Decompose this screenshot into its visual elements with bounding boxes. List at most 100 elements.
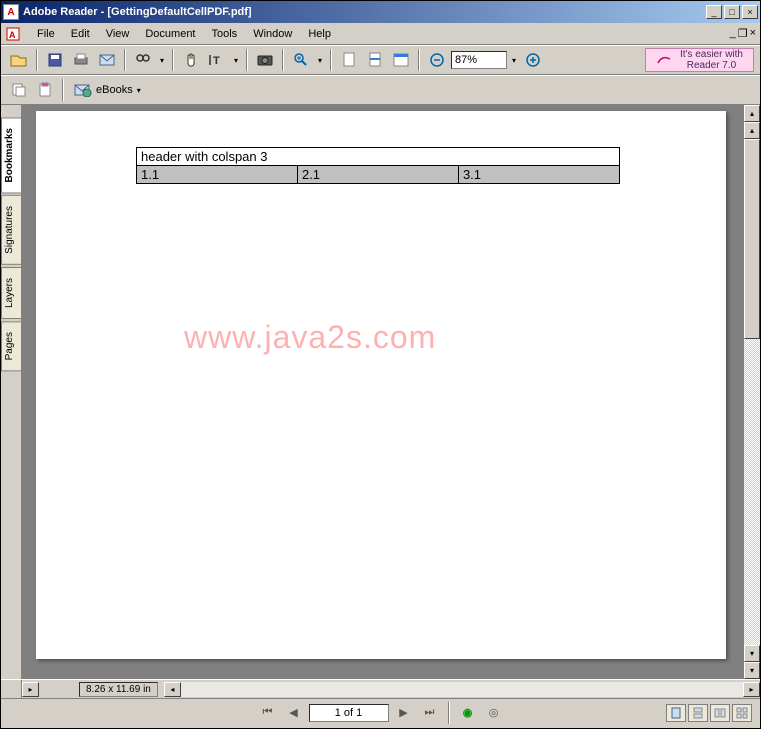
copy-button[interactable] (7, 78, 31, 102)
menu-edit[interactable]: Edit (63, 26, 98, 42)
separator (62, 79, 64, 101)
tab-pages[interactable]: Pages (1, 321, 21, 371)
menu-document[interactable]: Document (137, 26, 203, 42)
titlebar: A Adobe Reader - [GettingDefaultCellPDF.… (1, 1, 760, 23)
separator (172, 49, 174, 71)
separator (246, 49, 248, 71)
close-button[interactable]: × (742, 5, 758, 19)
side-panel-tabs: Bookmarks Signatures Layers Pages (1, 105, 22, 679)
promo-line2: Reader 7.0 (680, 60, 743, 71)
prev-page-button[interactable]: ◀ (283, 703, 305, 723)
separator (418, 49, 420, 71)
menu-file[interactable]: File (29, 26, 63, 42)
search-dropdown[interactable]: ▾ (157, 56, 167, 65)
minimize-button[interactable]: _ (706, 5, 722, 19)
menu-tools[interactable]: Tools (204, 26, 246, 42)
single-page-view-button[interactable] (666, 704, 686, 722)
promo-text: It's easier with Reader 7.0 (680, 49, 743, 71)
page-number-input[interactable] (309, 704, 389, 722)
svg-text:A: A (9, 30, 16, 40)
continuous-facing-view-button[interactable] (732, 704, 752, 722)
select-dropdown[interactable]: ▾ (231, 56, 241, 65)
forward-button[interactable]: ◎ (483, 703, 505, 723)
horizontal-scrollbar[interactable]: ◂ ▸ (164, 682, 760, 697)
hscroll-track[interactable] (181, 682, 743, 697)
print-button[interactable] (69, 48, 93, 72)
vertical-scrollbar[interactable]: ▴ ▴ ▾ ▾ (743, 105, 760, 679)
save-button[interactable] (43, 48, 67, 72)
hand-tool-button[interactable] (179, 48, 203, 72)
separator (330, 49, 332, 71)
table-header-cell: header with colspan 3 (137, 148, 620, 166)
mdi-minimize-button[interactable]: _ (730, 27, 736, 40)
app-name: Adobe Reader (23, 6, 98, 18)
snapshot-button[interactable] (253, 48, 277, 72)
scroll-right-button[interactable]: ▸ (743, 682, 760, 697)
menu-help[interactable]: Help (300, 26, 339, 42)
pdf-table: header with colspan 3 1.1 2.1 3.1 (136, 147, 620, 184)
ebooks-label: eBooks (96, 84, 133, 96)
continuous-view-button[interactable] (688, 704, 708, 722)
table-cell: 3.1 (458, 166, 619, 184)
separator (282, 49, 284, 71)
zoom-in2-button[interactable] (521, 48, 545, 72)
toolbar-main: ▾ T ▾ ▾ ▾ It's easier with Reader 7.0 (1, 45, 760, 75)
document-area: header with colspan 3 1.1 2.1 3.1 www.ja… (22, 105, 760, 679)
scroll-up-button2[interactable]: ▴ (744, 122, 760, 139)
svg-text:T: T (213, 55, 220, 67)
text-select-button[interactable]: T (205, 48, 229, 72)
window-title: Adobe Reader - [GettingDefaultCellPDF.pd… (23, 6, 706, 18)
ebooks-icon (74, 83, 92, 97)
last-page-button[interactable]: ⏭ (419, 703, 441, 723)
zoom-input[interactable] (451, 51, 507, 69)
ebooks-dropdown[interactable]: eBooks ▾ (69, 81, 146, 99)
menubar: A File Edit View Document Tools Window H… (1, 23, 760, 45)
fit-width-button[interactable] (389, 48, 413, 72)
back-button[interactable]: ◉ (457, 703, 479, 723)
window-buttons: _ □ × (706, 5, 758, 19)
zoom-preset-dropdown[interactable]: ▾ (509, 56, 519, 65)
pdf-icon: A (5, 26, 21, 42)
tab-signatures[interactable]: Signatures (1, 195, 21, 265)
zoom-in-button[interactable] (289, 48, 313, 72)
zoom-out-button[interactable] (425, 48, 449, 72)
first-page-button[interactable]: ⏮ (257, 703, 279, 723)
email-button[interactable] (95, 48, 119, 72)
document-viewport[interactable]: header with colspan 3 1.1 2.1 3.1 www.ja… (22, 105, 743, 679)
open-button[interactable] (7, 48, 31, 72)
promo-banner[interactable]: It's easier with Reader 7.0 (645, 48, 754, 72)
status-bar: ▸ 8.26 x 11.69 in ◂ ▸ (1, 679, 760, 698)
blank-page-button[interactable] (337, 48, 361, 72)
facing-view-button[interactable] (710, 704, 730, 722)
tab-layers[interactable]: Layers (1, 267, 21, 319)
app-icon: A (3, 4, 19, 20)
table-cell: 1.1 (137, 166, 298, 184)
navigation-bar: ⏮ ◀ ▶ ⏭ ◉ ◎ (1, 698, 760, 726)
promo-line1: It's easier with (680, 49, 743, 60)
status-spacer (1, 680, 22, 698)
main-area: Bookmarks Signatures Layers Pages header… (1, 105, 760, 679)
scroll-down-button2[interactable]: ▾ (744, 662, 760, 679)
tab-bookmarks[interactable]: Bookmarks (1, 117, 21, 193)
mdi-restore-button[interactable]: ❐ (738, 27, 748, 40)
pdf-page: header with colspan 3 1.1 2.1 3.1 www.ja… (36, 111, 726, 659)
fit-page-button[interactable] (363, 48, 387, 72)
search-button[interactable] (131, 48, 155, 72)
scroll-track[interactable] (744, 339, 760, 645)
menu-view[interactable]: View (98, 26, 138, 42)
clipboard-button[interactable] (33, 78, 57, 102)
separator (448, 702, 450, 724)
scroll-left-button[interactable]: ◂ (164, 682, 181, 697)
collapse-button[interactable]: ▸ (22, 682, 39, 697)
mdi-close-button[interactable]: × (750, 27, 756, 40)
scroll-up-button[interactable]: ▴ (744, 105, 760, 122)
scroll-down-button[interactable]: ▾ (744, 645, 760, 662)
scroll-thumb[interactable] (744, 139, 760, 339)
view-mode-buttons (666, 704, 752, 722)
maximize-button[interactable]: □ (724, 5, 740, 19)
zoom-dropdown[interactable]: ▾ (315, 56, 325, 65)
promo-icon (656, 53, 672, 67)
menu-window[interactable]: Window (245, 26, 300, 42)
next-page-button[interactable]: ▶ (393, 703, 415, 723)
mdi-buttons: _ ❐ × (730, 27, 756, 40)
